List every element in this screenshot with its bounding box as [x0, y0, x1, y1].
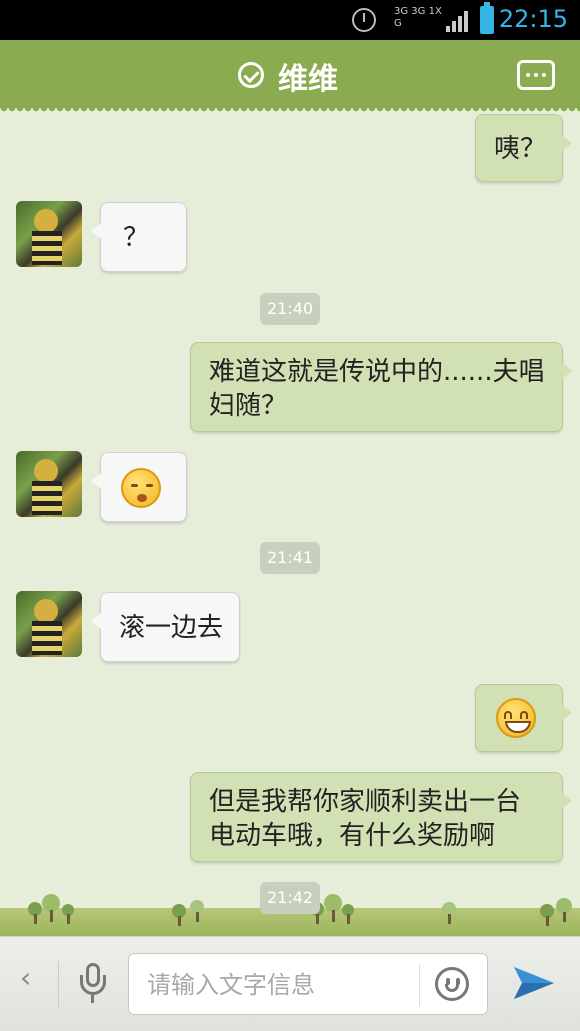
message-bubble-incoming[interactable]: ？ — [91, 202, 187, 272]
status-time: 22:15 — [498, 5, 568, 33]
message-text: ？ — [123, 223, 150, 253]
message-line: 但是我帮你家顺利卖出一台 — [209, 787, 522, 817]
smiley-icon[interactable] — [435, 967, 469, 1001]
message-input[interactable] — [147, 966, 417, 1004]
message-bubble-outgoing[interactable]: 咦？ — [475, 114, 572, 182]
network-label: 3G 3G 1X G — [394, 6, 442, 29]
message-input-box[interactable] — [128, 953, 488, 1015]
message-timestamp: 21:42 — [260, 882, 320, 914]
signal-icon — [446, 8, 472, 32]
divider — [58, 961, 59, 1007]
grin-emoji — [496, 698, 536, 738]
battery-icon — [480, 2, 494, 34]
message-line: 妇随？ — [209, 391, 288, 421]
contact-name: 维维 — [278, 62, 338, 97]
more-dots-icon[interactable] — [517, 60, 555, 90]
message-text: 滚一边去 — [119, 613, 224, 643]
send-plane-icon[interactable] — [512, 963, 556, 1003]
message-bubble-incoming[interactable]: 滚一边去 — [91, 592, 240, 662]
avatar[interactable] — [16, 201, 82, 267]
avatar[interactable] — [16, 591, 82, 657]
message-line: 电动车哦，有什么奖励啊 — [209, 821, 496, 851]
message-bubble-outgoing[interactable]: 但是我帮你家顺利卖出一台 电动车哦，有什么奖励啊 — [190, 772, 572, 862]
alarm-icon — [352, 8, 376, 32]
check-circle-icon — [238, 62, 264, 88]
avatar[interactable] — [16, 451, 82, 517]
message-bubble-outgoing[interactable] — [475, 684, 572, 752]
network-icon: 3G 3G 1X G — [394, 6, 442, 34]
chat-header: 维维 — [0, 40, 580, 114]
shy-smile-emoji — [121, 468, 161, 508]
message-line: 难道这就是传说中的......夫唱 — [209, 357, 545, 387]
message-bubble-incoming[interactable] — [91, 452, 187, 522]
message-text: 咦？ — [494, 134, 547, 164]
status-bar: 3G 3G 1X G 22:15 — [0, 0, 580, 40]
message-timestamp: 21:41 — [260, 542, 320, 574]
divider — [419, 964, 420, 1006]
microphone-icon[interactable] — [80, 963, 106, 1005]
chevron-left-icon[interactable]: ‹ — [20, 964, 34, 992]
message-timestamp: 21:40 — [260, 293, 320, 325]
message-bubble-outgoing[interactable]: 难道这就是传说中的......夫唱 妇随？ — [190, 342, 572, 432]
input-bar: ‹ — [0, 936, 580, 1031]
